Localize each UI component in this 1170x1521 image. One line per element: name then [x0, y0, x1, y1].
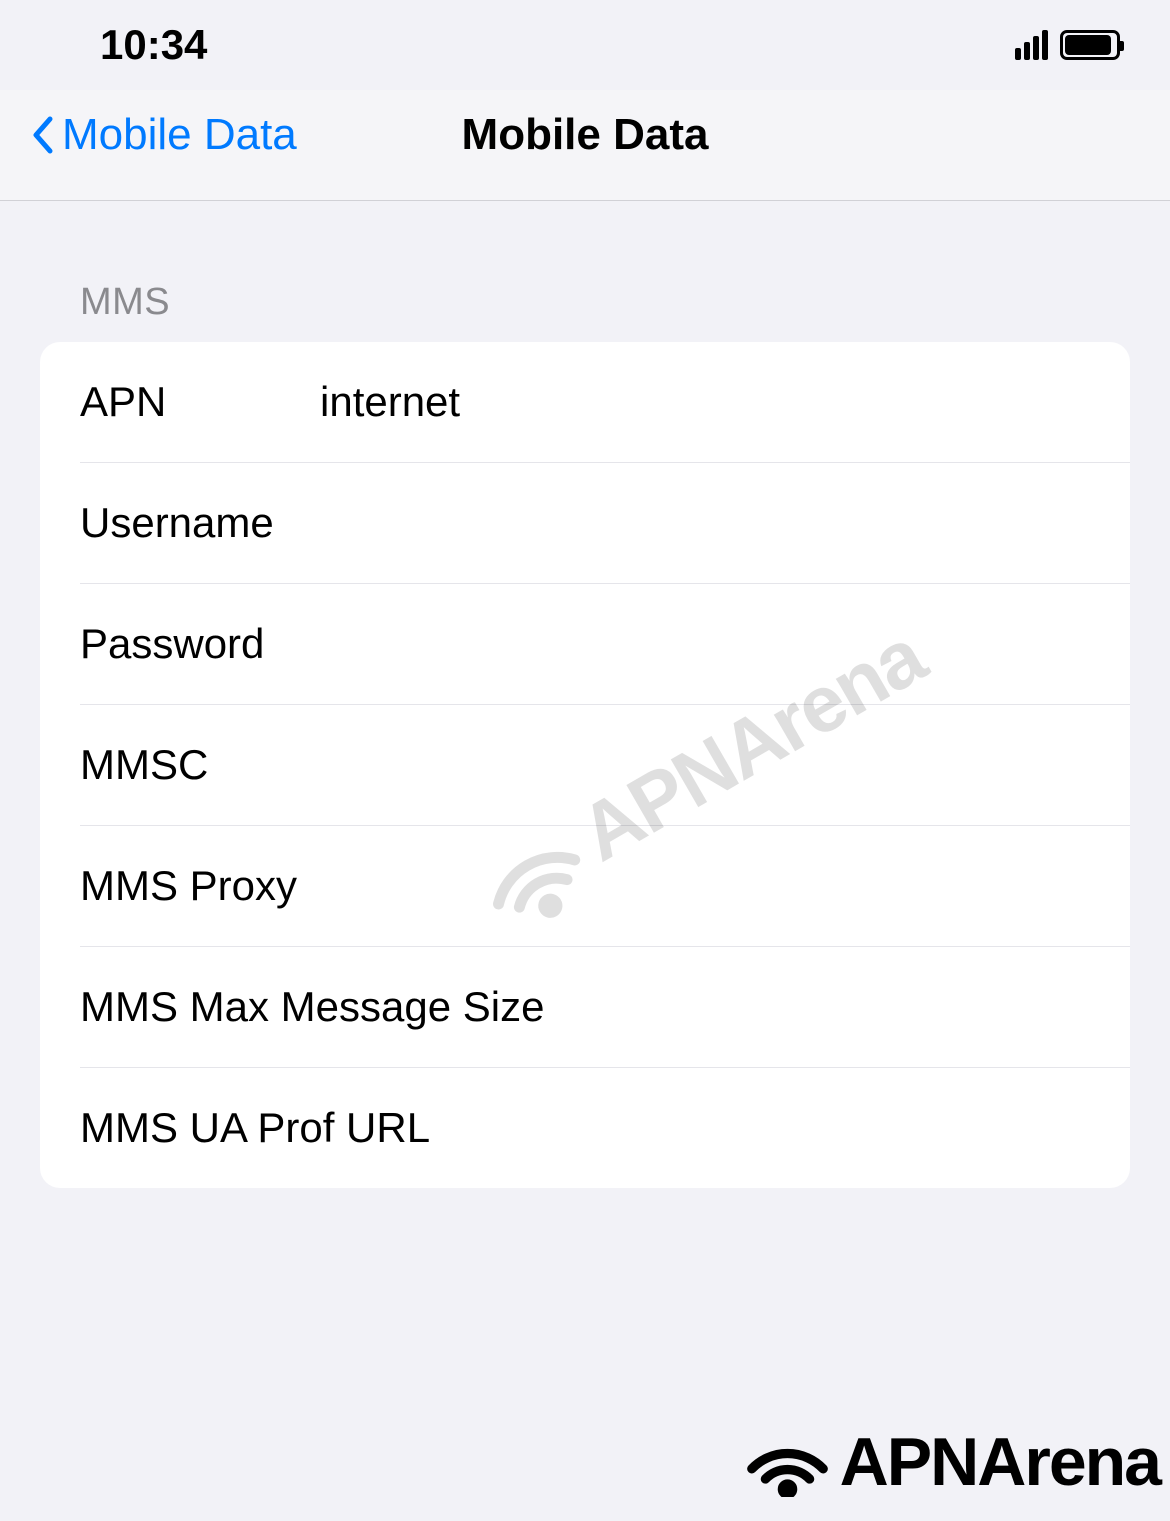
- setting-row-password[interactable]: Password: [40, 584, 1130, 705]
- setting-row-mmsc[interactable]: MMSC: [40, 705, 1130, 826]
- chevron-left-icon: [30, 115, 54, 155]
- password-label: Password: [80, 620, 320, 668]
- setting-row-mms-max-size[interactable]: MMS Max Message Size: [40, 947, 1130, 1068]
- setting-row-mms-ua-prof[interactable]: MMS UA Prof URL: [40, 1068, 1130, 1188]
- password-input[interactable]: [320, 620, 1090, 668]
- mms-max-size-input[interactable]: [544, 983, 1090, 1031]
- mms-ua-prof-label: MMS UA Prof URL: [80, 1104, 430, 1152]
- mmsc-input[interactable]: [320, 741, 1090, 789]
- username-input[interactable]: [320, 499, 1090, 547]
- back-button[interactable]: Mobile Data: [30, 110, 297, 160]
- nav-bar: Mobile Data Mobile Data: [0, 90, 1170, 201]
- username-label: Username: [80, 499, 320, 547]
- setting-row-username[interactable]: Username: [40, 463, 1130, 584]
- status-bar: 10:34: [0, 0, 1170, 90]
- watermark-bottom: APNArena: [745, 1423, 1160, 1501]
- mms-proxy-label: MMS Proxy: [80, 862, 320, 910]
- setting-row-apn[interactable]: APN: [40, 342, 1130, 463]
- signal-icon: [1015, 30, 1048, 60]
- mms-ua-prof-input[interactable]: [430, 1104, 1090, 1152]
- apn-label: APN: [80, 378, 320, 426]
- section-header-mms: MMS: [0, 201, 1170, 342]
- mms-max-size-label: MMS Max Message Size: [80, 983, 544, 1031]
- mms-settings-group: APN Username Password MMSC MMS Proxy MMS…: [40, 342, 1130, 1188]
- back-label: Mobile Data: [62, 110, 297, 160]
- battery-icon: [1060, 30, 1120, 60]
- wifi-icon: [745, 1427, 830, 1497]
- mmsc-label: MMSC: [80, 741, 320, 789]
- apn-input[interactable]: [320, 378, 1090, 426]
- watermark-text: APNArena: [840, 1423, 1160, 1501]
- status-time: 10:34: [100, 21, 207, 69]
- setting-row-mms-proxy[interactable]: MMS Proxy: [40, 826, 1130, 947]
- mms-proxy-input[interactable]: [320, 862, 1090, 910]
- page-title: Mobile Data: [462, 110, 709, 160]
- status-indicators: [1015, 30, 1120, 60]
